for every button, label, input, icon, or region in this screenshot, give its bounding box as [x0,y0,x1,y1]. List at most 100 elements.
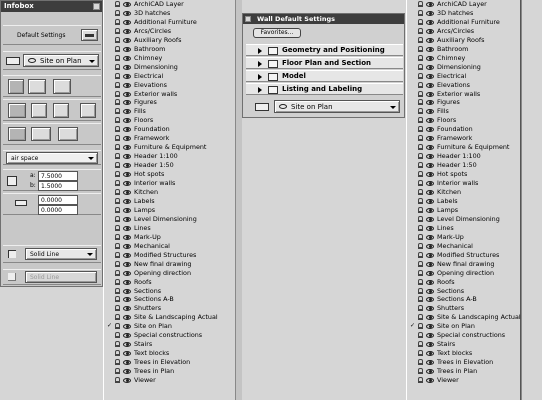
layer-item[interactable]: ArchiCAD Layer [407,0,520,9]
disclosure-triangle-icon[interactable] [258,61,262,67]
layer-item[interactable]: Figures [407,98,520,107]
lock-icon[interactable] [115,206,120,213]
eye-icon[interactable] [426,252,434,258]
eye-icon[interactable] [123,243,131,249]
layer-item[interactable]: Roofs [104,278,235,287]
eye-icon[interactable] [123,19,131,25]
lock-icon[interactable] [418,144,423,151]
lock-icon[interactable] [115,350,120,357]
lock-icon[interactable] [418,135,423,142]
eye-icon[interactable] [426,225,434,231]
layer-item[interactable]: Auxiliary Roofs [407,36,520,45]
lock-icon[interactable] [418,54,423,61]
eye-icon[interactable] [426,127,434,133]
lock-icon[interactable] [115,278,120,285]
layer-item[interactable]: Floors [104,116,235,125]
lock-icon[interactable] [418,197,423,204]
layer-item[interactable]: Figures [104,98,235,107]
eye-icon[interactable] [123,109,131,115]
scrollbar[interactable] [235,0,242,400]
lock-icon[interactable] [418,117,423,124]
eye-icon[interactable] [426,378,434,384]
lock-icon[interactable] [115,117,120,124]
lock-icon[interactable] [418,27,423,34]
layer-item[interactable]: Stairs [407,340,520,349]
lock-icon[interactable] [418,287,423,294]
layer-item[interactable]: Sections A-B [104,295,235,304]
lock-icon[interactable] [418,251,423,258]
eye-icon[interactable] [123,369,131,375]
rectangle-wall-button[interactable] [53,79,71,94]
eye-icon[interactable] [426,279,434,285]
layer-item[interactable]: Lamps [407,206,520,215]
layer-item[interactable]: Mark-Up [104,233,235,242]
lock-icon[interactable] [115,332,120,339]
section-model[interactable]: Model [246,70,403,82]
layer-item[interactable]: Trees in Elevation [104,358,235,367]
value-b-field[interactable]: 1.5000 [38,181,78,191]
lock-icon[interactable] [115,135,120,142]
lock-icon[interactable] [115,180,120,187]
lock-icon[interactable] [115,54,120,61]
eye-icon[interactable] [123,216,131,222]
lock-icon[interactable] [115,359,120,366]
eye-icon[interactable] [123,181,131,187]
lock-icon[interactable] [115,251,120,258]
eye-icon[interactable] [426,28,434,34]
lock-icon[interactable] [115,18,120,25]
lock-icon[interactable] [115,242,120,249]
value-a-field[interactable]: 7.5000 [38,171,78,181]
layer-item[interactable]: Interior walls [104,179,235,188]
layer-popup[interactable]: Site on Plan [23,54,99,67]
eye-icon[interactable] [123,270,131,276]
lock-icon[interactable] [418,126,423,133]
lock-icon[interactable] [115,323,120,330]
lock-icon[interactable] [115,296,120,303]
eye-icon[interactable] [426,91,434,97]
layer-item[interactable]: Modified Structures [407,251,520,260]
lock-icon[interactable] [115,215,120,222]
eye-icon[interactable] [123,37,131,43]
eye-icon[interactable] [426,109,434,115]
layer-item[interactable]: Foundation [407,125,520,134]
layer-item[interactable]: Shutters [407,304,520,313]
lock-icon[interactable] [115,341,120,348]
layer-item[interactable]: Chimney [104,54,235,63]
curved-wall-button[interactable] [31,103,47,118]
lock-icon[interactable] [115,269,120,276]
eye-icon[interactable] [426,234,434,240]
eye-icon[interactable] [426,2,434,7]
disclosure-triangle-icon[interactable] [258,87,262,93]
close-icon[interactable] [93,3,100,10]
lock-icon[interactable] [418,350,423,357]
eye-icon[interactable] [123,163,131,169]
lock-icon[interactable] [418,368,423,375]
lock-icon[interactable] [418,215,423,222]
layer-item[interactable]: Text blocks [407,349,520,358]
eye-icon[interactable] [123,360,131,366]
layer-item[interactable]: Framework [407,134,520,143]
value-c-field[interactable]: 0.0000 [38,195,78,205]
eye-icon[interactable] [426,181,434,187]
layer-item[interactable]: Text blocks [104,349,235,358]
eye-icon[interactable] [426,243,434,249]
layer-item[interactable]: Fills [104,107,235,116]
layer-item[interactable]: Site & Landscaping Actual [104,313,235,322]
layer-item[interactable]: ArchiCAD Layer [104,0,235,9]
layer-item[interactable]: Mark-Up [407,233,520,242]
layer-item[interactable]: Labels [104,197,235,206]
lock-icon[interactable] [418,81,423,88]
lock-icon[interactable] [418,323,423,330]
layer-item[interactable]: Stairs [104,340,235,349]
eye-icon[interactable] [123,91,131,97]
layer-item[interactable]: Kitchen [407,188,520,197]
layer-item[interactable]: Lines [407,224,520,233]
lock-icon[interactable] [115,368,120,375]
lock-icon[interactable] [418,9,423,16]
lock-icon[interactable] [418,18,423,25]
eye-icon[interactable] [426,154,434,160]
lock-icon[interactable] [115,81,120,88]
lock-icon[interactable] [418,171,423,178]
layer-item[interactable]: New final drawing [407,260,520,269]
lock-icon[interactable] [115,224,120,231]
